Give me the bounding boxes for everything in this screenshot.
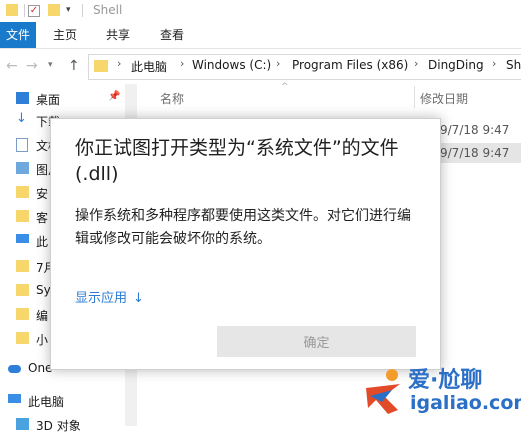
title-bar: ✓ ▾ Shell xyxy=(0,0,521,23)
tab-home[interactable]: 主页 xyxy=(46,22,84,48)
tab-file[interactable]: 文件 xyxy=(0,22,36,48)
nav-item-label: 编 xyxy=(36,309,49,323)
window-title: Shell xyxy=(93,3,123,17)
dialog-message: 操作系统和多种程序都要使用这类文件。对它们进行编辑或修改可能会破坏你的系统。 xyxy=(75,208,411,247)
show-apps-label: 显示应用 xyxy=(75,291,128,306)
nav-item-label: 安 xyxy=(36,187,49,201)
nav-item-desktop[interactable]: 桌面 📌 xyxy=(0,88,125,110)
sort-up-icon: ^ xyxy=(281,82,289,92)
folder-icon xyxy=(16,308,29,320)
tab-share[interactable]: 共享 xyxy=(99,22,137,48)
open-with-dialog: 你正试图打开类型为“系统文件”的文件(.dll) 操作系统和多种程序都要使用这类… xyxy=(50,118,441,370)
checkbox-icon[interactable]: ✓ xyxy=(28,5,40,17)
nav-item-3d-objects[interactable]: 3D 对象 xyxy=(0,414,125,436)
pin-icon[interactable]: 📌 xyxy=(108,91,120,102)
nav-item-label: 小 xyxy=(36,333,49,347)
breadcrumb-windows-c[interactable]: Windows (C:) xyxy=(192,58,271,72)
nav-item-label: One xyxy=(28,361,53,375)
ok-button[interactable]: 确定 xyxy=(217,326,416,357)
arrow-down-icon: ↓ xyxy=(133,291,144,306)
folder-icon[interactable] xyxy=(48,4,60,16)
watermark-logo xyxy=(366,369,400,414)
breadcrumb-separator-icon: › xyxy=(276,57,281,70)
date-modified-cell: 9/7/18 9:47 xyxy=(440,123,510,137)
folder-icon xyxy=(16,186,29,198)
nav-item-label: 桌面 xyxy=(36,93,61,107)
folder-icon xyxy=(16,284,29,296)
up-icon[interactable]: ↑ xyxy=(68,58,80,74)
download-icon: ↓ xyxy=(16,111,27,126)
title-separator xyxy=(24,4,25,17)
folder-icon xyxy=(16,260,29,272)
forward-icon[interactable]: → xyxy=(26,58,38,74)
nav-item-label: Sy xyxy=(36,283,51,297)
breadcrumb-separator-icon: › xyxy=(414,57,419,70)
nav-item-this-pc[interactable]: 此电脑 xyxy=(0,390,125,412)
show-apps-link[interactable]: 显示应用 ↓ xyxy=(75,287,144,306)
column-header-date-modified[interactable]: 修改日期 xyxy=(420,90,468,107)
back-icon[interactable]: ← xyxy=(6,58,18,74)
address-folder-icon xyxy=(94,60,108,72)
nav-item-label: 此 xyxy=(36,235,49,249)
breadcrumb-separator-icon: › xyxy=(492,57,497,70)
file-explorer-icon xyxy=(6,4,18,16)
computer-icon xyxy=(16,234,29,243)
watermark: 爱·尬聊 igaliao.com xyxy=(360,360,521,426)
folder-icon xyxy=(16,332,29,344)
breadcrumb-program-files[interactable]: Program Files (x86) xyxy=(292,58,408,72)
watermark-brand: 爱·尬聊 xyxy=(408,368,483,393)
cloud-icon xyxy=(8,365,21,373)
cube-icon xyxy=(16,418,29,430)
column-header-name[interactable]: 名称 xyxy=(160,90,184,107)
nav-item-label: 此电脑 xyxy=(28,395,65,409)
tab-view[interactable]: 查看 xyxy=(153,22,191,48)
nav-item-label: 客 xyxy=(36,211,49,225)
column-divider[interactable] xyxy=(414,86,415,108)
folder-icon xyxy=(16,210,29,222)
computer-icon xyxy=(8,394,21,403)
breadcrumb-separator-icon: › xyxy=(117,57,122,70)
breadcrumb-separator-icon: › xyxy=(180,57,185,70)
dialog-title: 你正试图打开类型为“系统文件”的文件(.dll) xyxy=(75,137,399,185)
breadcrumb-this-pc[interactable]: 此电脑 xyxy=(131,58,167,75)
chevron-down-icon[interactable]: ▾ xyxy=(48,60,53,70)
chevron-down-icon[interactable]: ▾ xyxy=(66,5,78,17)
breadcrumb-shell[interactable]: Sh xyxy=(506,58,521,72)
watermark-url: igaliao.com xyxy=(410,392,521,414)
ribbon-tabs: 文件 主页 共享 查看 xyxy=(0,22,521,49)
picture-icon xyxy=(16,162,29,174)
title-separator xyxy=(82,4,83,17)
date-modified-cell: 9/7/18 9:47 xyxy=(440,146,510,160)
document-icon xyxy=(16,138,28,152)
breadcrumb-dingding[interactable]: DingDing xyxy=(428,58,484,72)
desktop-icon xyxy=(16,92,29,104)
